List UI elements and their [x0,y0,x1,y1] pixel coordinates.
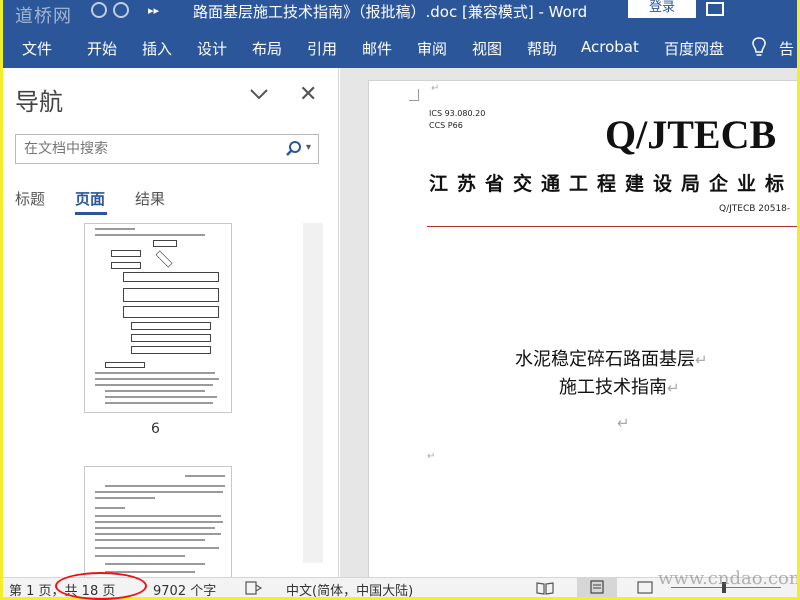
ribbon-display-options-icon[interactable] [706,2,724,16]
title-bar: 道桥网 ▸▸ 路面基层施工技术指南》（报批稿）.doc [兼容模式] - Wor… [3,0,797,28]
chevron-down-icon[interactable] [249,86,269,102]
page-thumbnails: 6 [3,223,323,577]
tab-references[interactable]: 引用 [307,38,337,59]
tab-pages[interactable]: 页面 [75,188,105,209]
ics-code: ICS 93.080.20 [429,109,486,118]
document-title-line2: 施工技术指南↵ [559,377,680,398]
tab-view[interactable]: 视图 [472,38,502,59]
word-window: 道桥网 ▸▸ 路面基层施工技术指南》（报批稿）.doc [兼容模式] - Wor… [3,0,797,597]
print-layout-icon [590,580,604,594]
print-layout-button[interactable] [577,578,617,597]
tab-insert[interactable]: 插入 [142,38,172,59]
redo-icon[interactable] [113,2,129,18]
ribbon-tabs: 文件 开始 插入 设计 布局 引用 邮件 审阅 视图 帮助 Acrobat 百度… [3,28,797,68]
watermark-logo: 道桥网 [15,6,72,27]
document-page[interactable]: ↵ ICS 93.080.20 CCS P66 Q/JTECB 江苏省交通工程建… [368,80,797,577]
document-canvas: ↵ ICS 93.080.20 CCS P66 Q/JTECB 江苏省交通工程建… [340,68,797,577]
close-icon[interactable]: ✕ [299,82,317,107]
quick-access-more-icon[interactable]: ▸▸ [148,4,159,17]
word-count[interactable]: 9702 个字 [153,580,216,597]
tab-review[interactable]: 审阅 [417,38,447,59]
page-thumbnail[interactable] [84,223,232,413]
tab-layout[interactable]: 布局 [252,38,282,59]
proofing-icon[interactable] [245,581,263,595]
organization-name: 江苏省交通工程建设局企业标 [429,173,794,195]
active-tab-indicator [75,212,107,215]
nav-pane-title: 导航 [15,88,63,116]
thumbnail-page-number: 6 [151,421,160,437]
tab-design[interactable]: 设计 [197,38,227,59]
search-input[interactable] [16,135,276,163]
annotation-ellipse [55,572,147,600]
tab-tell-me[interactable]: 告 [779,38,794,59]
undo-icon[interactable] [91,2,107,18]
search-icon[interactable] [285,140,303,158]
language-indicator[interactable]: 中文(简体，中国大陆) [286,580,413,597]
crop-mark [409,89,419,101]
login-button[interactable]: 登录 [628,0,696,18]
tab-home[interactable]: 开始 [87,38,117,59]
tab-help[interactable]: 帮助 [527,38,557,59]
search-options-chevron-icon[interactable]: ▾ [306,142,311,153]
tab-baidu-netdisk[interactable]: 百度网盘 [664,38,724,59]
page-thumbnail[interactable] [84,466,232,577]
site-watermark: www.cndao.com [658,568,797,589]
search-box: ▾ [15,134,319,164]
standard-number: Q/JTECB 20518- [719,204,791,214]
paragraph-mark: ↵ [427,451,436,462]
paragraph-mark: ↵ [431,83,440,94]
standard-code: Q/JTECB [605,112,777,157]
tab-mailings[interactable]: 邮件 [362,38,392,59]
paragraph-mark: ↵ [617,414,630,432]
ccs-code: CCS P66 [429,121,463,130]
web-layout-icon[interactable] [637,581,655,595]
tab-file[interactable]: 文件 [22,38,52,59]
read-mode-icon[interactable] [536,581,554,595]
tab-headings[interactable]: 标题 [15,188,45,209]
lightbulb-icon[interactable] [751,37,767,59]
navigation-pane: 导航 ✕ ▾ 标题 页面 结果 [3,68,339,577]
document-title-line1: 水泥稳定碎石路面基层↵ [515,349,708,370]
thumbnail-scrollbar[interactable] [303,223,323,563]
header-rule [427,226,797,227]
tab-acrobat[interactable]: Acrobat [581,38,639,56]
tab-results[interactable]: 结果 [135,188,165,209]
window-title: 路面基层施工技术指南》（报批稿）.doc [兼容模式] - Word [193,3,588,21]
